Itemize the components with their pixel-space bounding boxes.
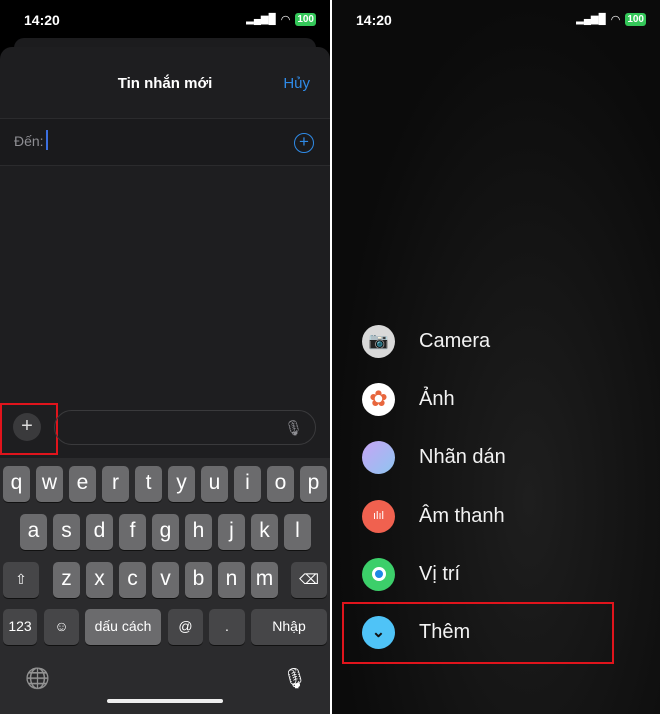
menu-item-2[interactable]: Nhãn dán [362,437,506,477]
home-indicator [107,699,223,703]
keyboard: q w e r t y u i o p a s d f g h j k l ⇧ z x c v b n m ⌫ 123 ☺ dấu cách… [0,458,330,714]
to-label: Đến: [14,133,44,149]
menu-item-1[interactable]: ✿ Ảnh [362,379,455,419]
shift-key[interactable]: ⇧ [3,562,39,598]
key-o[interactable]: o [267,466,294,502]
menu-item-4[interactable]: Vị trí [362,554,460,594]
location-icon [362,557,395,591]
highlight-box [0,403,58,455]
cancel-button[interactable]: Hủy [283,75,310,92]
dictation-mic-icon[interactable]: 🎙 [282,666,307,691]
key-b[interactable]: b [185,562,212,598]
camera-icon: 📷 [362,324,395,358]
recipient-field[interactable]: Đến: + [0,118,330,166]
signal-icon: ▂▄▆█ [576,14,606,25]
key-q[interactable]: q [3,466,30,502]
menu-item-label: Ảnh [419,387,455,410]
menu-item-0[interactable]: 📷 Camera [362,321,490,361]
status-time: 14:20 [24,12,60,28]
key-u[interactable]: u [201,466,228,502]
globe-icon[interactable]: 🌐 [25,666,50,691]
page-title: Tin nhắn mới [117,75,213,92]
audio-waveform-icon: ılıl [362,499,395,533]
key-g[interactable]: g [152,514,179,550]
key-w[interactable]: w [36,466,63,502]
text-cursor [46,130,48,150]
sticker-icon [362,440,395,474]
key-a[interactable]: a [20,514,47,550]
signal-icon: ▂▄▆█ [246,14,276,25]
return-key[interactable]: Nhập [251,609,327,645]
dot-key[interactable]: . [209,609,245,645]
wifi-icon: ◠ [610,14,621,26]
status-bar: 14:20 ▂▄▆█ ◠ 100 [0,0,330,40]
photos-icon: ✿ [362,382,395,416]
key-p[interactable]: p [300,466,327,502]
battery-icon: 100 [625,13,646,26]
key-y[interactable]: y [168,466,195,502]
key-x[interactable]: x [86,562,113,598]
highlight-box [342,602,614,664]
space-key[interactable]: dấu cách [85,609,161,645]
at-key[interactable]: @ [168,609,203,645]
menu-item-3[interactable]: ılıl Âm thanh [362,496,505,536]
menu-item-label: Âm thanh [419,504,505,527]
key-e[interactable]: e [69,466,96,502]
key-d[interactable]: d [86,514,113,550]
key-n[interactable]: n [218,562,245,598]
numbers-key[interactable]: 123 [3,609,37,645]
key-s[interactable]: s [53,514,80,550]
delete-key[interactable]: ⌫ [291,562,327,598]
key-z[interactable]: z [53,562,80,598]
battery-icon: 100 [295,13,316,26]
emoji-key[interactable]: ☺ [44,609,79,645]
apps-menu-screen: 14:20 ▂▄▆█ ◠ 100 📷 Camera ✿ Ảnh Nhãn dán ılıl Âm… [330,0,660,714]
new-message-screen: 14:20 ▂▄▆█ ◠ 100 Tin nhắn mới Hủy Đến: + +… [0,0,330,714]
key-t[interactable]: t [135,466,162,502]
key-v[interactable]: v [152,562,179,598]
key-m[interactable]: m [251,562,278,598]
menu-item-label: Vị trí [419,562,461,585]
key-l[interactable]: l [284,514,311,550]
key-f[interactable]: f [119,514,146,550]
key-k[interactable]: k [251,514,278,550]
key-r[interactable]: r [102,466,129,502]
message-input[interactable]: 🎙 [54,410,316,445]
key-c[interactable]: c [119,562,146,598]
key-j[interactable]: j [218,514,245,550]
status-bar: 14:20 ▂▄▆█ ◠ 100 [332,0,660,40]
status-time: 14:20 [356,12,392,28]
menu-item-label: Nhãn dán [419,445,506,468]
key-h[interactable]: h [185,514,212,550]
add-contact-button[interactable]: + [294,133,314,153]
wifi-icon: ◠ [280,14,291,26]
key-i[interactable]: i [234,466,261,502]
dictation-icon[interactable]: 🎙 [284,419,303,437]
menu-item-label: Camera [419,329,491,352]
